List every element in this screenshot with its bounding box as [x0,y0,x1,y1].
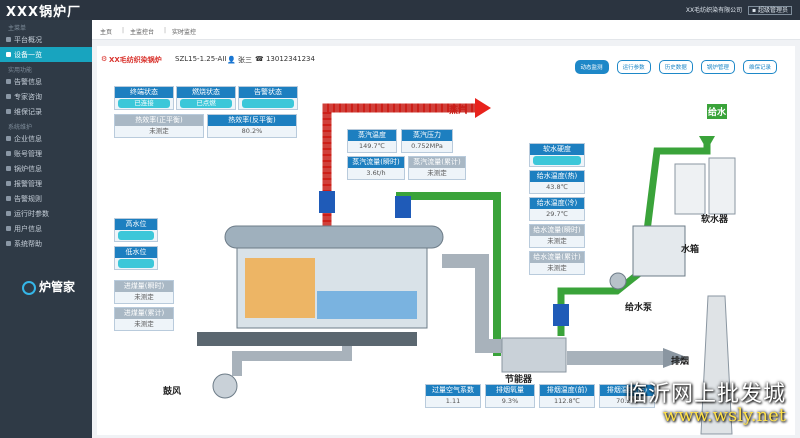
steam-flow: 蒸汽流量(瞬时) 3.6t/h [347,156,405,180]
exhaust-label: 排烟 [671,357,690,367]
sidebar-item-accounts[interactable]: 账号管理 [0,146,92,161]
alarm-icon [6,181,11,186]
softener-tank-2 [708,157,736,215]
user-icon [6,151,11,156]
app-brand: XXX锅炉厂 [6,5,82,20]
flue-oxygen: 排烟氧量 9.3% [485,384,535,408]
sidebar-item-alarms[interactable]: 告警信息 [0,74,92,89]
coal-feed: 进煤量(瞬时) 未测定 [114,280,174,304]
softener-label: 软水器 [701,215,729,225]
flue-pipe [442,254,537,353]
home-icon [6,37,11,42]
air-duct [232,346,352,376]
steam-arrow-icon [475,98,491,118]
breadcrumb-item[interactable]: 主页 [100,27,112,36]
rule-icon [6,196,11,201]
softener-tank [674,163,706,215]
feed-pump [609,272,627,290]
sidebar-item-maintenance[interactable]: 维保记录 [0,104,92,119]
gauge-icon [6,211,11,216]
feed-water-cold: 给水温度(冷) 29.7℃ [529,197,585,221]
economizer-label: 节能器 [505,375,533,385]
users-icon [6,226,11,231]
low-water-level: 低水位 . [114,246,158,270]
top-bar: XXX锅炉厂 XX毛纺织染有限公司 ▪ 超级管理员 [0,0,800,20]
steam-temp: 蒸汽温度 149.7℃ [347,129,397,153]
steam-flow-total: 蒸汽流量(累计) 未测定 [408,156,466,180]
bell-icon [6,79,11,84]
blower-label: 鼓风 [163,387,182,397]
boiler-drum [224,225,444,249]
sidebar-item-users[interactable]: 用户信息 [0,221,92,236]
sidebar-item-boilers[interactable]: 锅炉信息 [0,161,92,176]
feed-water-flow-total: 给水流量(累计) 未测定 [529,251,585,275]
account-info[interactable]: XX毛纺织染有限公司 ▪ 超级管理员 [685,5,792,15]
feed-water-flow: 给水流量(瞬时) 未测定 [529,224,585,248]
feed-water-label: 给水 [707,104,728,119]
tank-label: 水箱 [681,245,700,255]
water-tubes [317,291,417,319]
efficiency-positive: 热效率(正平衡) 未测定 [114,114,204,138]
role-badge[interactable]: ▪ 超级管理员 [748,6,792,15]
chat-icon [6,94,11,99]
coal-feed-total: 进煤量(累计) 未测定 [114,307,174,331]
breadcrumb: 主页 | 主监控台 | 实时监控 [92,20,800,40]
app-logo: 炉管家 [22,278,75,295]
building-icon [6,136,11,141]
combustion-status: 燃烧状态 已点燃 [176,86,236,110]
water-tank [632,225,686,277]
sidebar-item-runtime[interactable]: 运行时参数 [0,206,92,221]
sidebar-group-title: 实用功能 [8,67,33,74]
sidebar-item-alarm-rules[interactable]: 告警规则 [0,191,92,206]
furnace-fire [245,258,315,318]
alarm-status: 告警状态 [238,86,298,110]
feed-water-hot: 给水温度(热) 43.8℃ [529,170,585,194]
wrench-icon [6,109,11,114]
steam-pressure: 蒸汽压力 0.752MPa [401,129,453,153]
sidebar: 主菜单 平台概况 设备一览 实用功能 告警信息 专家咨询 维保记录 系统维护 企… [0,20,92,438]
economizer [501,337,567,373]
sidebar-group-title: 系统维护 [8,124,33,131]
pump-label: 给水泵 [625,303,653,313]
boiler-icon [6,166,11,171]
feed-valve-2 [553,304,569,326]
watermark-line2: www.wsly.net [662,405,786,426]
breadcrumb-item[interactable]: 实时监控 [172,27,196,36]
sidebar-item-devices[interactable]: 设备一览 [0,47,92,62]
efficiency-negative: 热效率(反平衡) 80.2% [207,114,297,138]
blower [212,373,238,399]
sidebar-item-overview[interactable]: 平台概况 [0,32,92,47]
terminal-status: 终端状态 已连接 [114,86,174,110]
sidebar-item-help[interactable]: 系统帮助 [0,236,92,251]
soft-water-hardness: 软水硬度 . [529,143,585,167]
sidebar-group-title: 主菜单 [8,25,27,32]
high-water-level: 高水位 . [114,218,158,242]
list-icon [6,52,11,57]
logo-icon [22,280,36,295]
company-name: XX毛纺织染有限公司 [685,7,743,14]
steam-valve [319,191,335,213]
chain-grate [197,332,417,346]
watermark-line1: 临沂网上批发城 [624,382,786,407]
sidebar-item-experts[interactable]: 专家咨询 [0,89,92,104]
sidebar-item-company[interactable]: 企业信息 [0,131,92,146]
flue-temp: 排烟温度(前) 112.8℃ [539,384,595,408]
excess-air: 过量空气系数 1.11 [425,384,481,408]
feed-valve [395,196,411,218]
help-icon [6,241,11,246]
steam-label: 蒸汽 [449,106,468,116]
breadcrumb-item[interactable]: 主监控台 [130,27,154,36]
sidebar-item-alarm-config[interactable]: 报警管理 [0,176,92,191]
